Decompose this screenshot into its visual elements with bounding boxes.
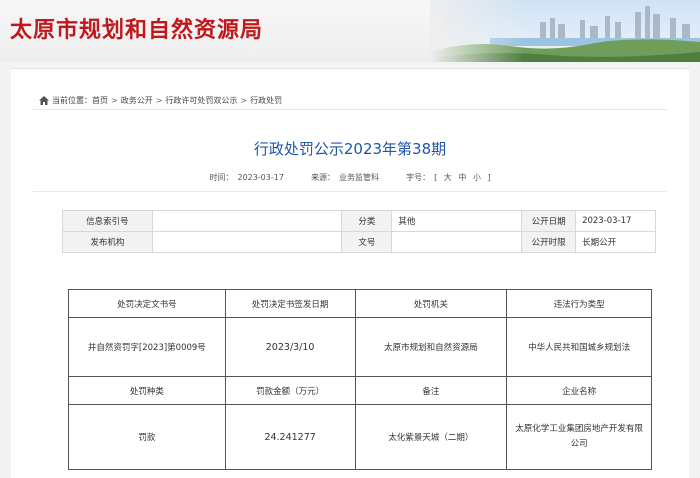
breadcrumb-home[interactable]: 首页 xyxy=(92,95,108,106)
bracket: [ xyxy=(434,173,438,182)
article-meta: 时间： 2023-03-17 来源： 业务监管科 字号：[ 大 中 小 ] xyxy=(11,172,689,183)
site-title: 太原市规划和自然资源局 xyxy=(10,18,264,43)
cell-remarks: 太化紫景天城（二期） xyxy=(354,404,508,470)
breadcrumb-prefix: 当前位置： xyxy=(52,96,92,105)
font-small-button[interactable]: 小 xyxy=(473,173,481,182)
cell-decision-number: 并自然资罚字[2023]第0009号 xyxy=(68,317,226,377)
breadcrumb-dual-disclosure[interactable]: 行政许可处罚双公示 xyxy=(165,95,237,106)
index-value xyxy=(151,210,343,232)
breadcrumb-admin-penalty[interactable]: 行政处罚 xyxy=(250,95,282,106)
city-skyline-banner xyxy=(430,0,700,62)
disclosure-period-label: 公开时限 xyxy=(521,231,577,253)
publish-date-value: 2023-03-17 xyxy=(575,210,656,232)
header-fine-amount: 罚款金额（万元） xyxy=(224,376,356,405)
header-penalty-kind: 处罚种类 xyxy=(68,376,226,405)
time-label: 时间： xyxy=(209,173,234,182)
source-value: 业务监管科 xyxy=(339,173,380,182)
header-remarks: 备注 xyxy=(354,376,508,405)
source-label: 来源： xyxy=(311,173,336,182)
doc-number-value xyxy=(391,231,523,253)
font-large-button[interactable]: 大 xyxy=(444,173,452,182)
font-size-label: 字号： xyxy=(406,173,431,182)
publisher-label: 发布机构 xyxy=(62,231,153,253)
cell-issue-date: 2023/3/10 xyxy=(224,317,356,377)
penalty-table: 处罚决定文书号 处罚决定书签发日期 处罚机关 违法行为类型 并自然资罚字[202… xyxy=(68,289,652,470)
site-header: 太原市规划和自然资源局 xyxy=(0,0,700,62)
article-title: 行政处罚公示2023年第38期 xyxy=(253,140,447,158)
header-issue-date: 处罚决定书签发日期 xyxy=(224,289,356,318)
breadcrumb-separator: > xyxy=(240,96,248,105)
divider xyxy=(33,191,667,192)
publisher-value xyxy=(151,231,343,253)
breadcrumb-separator: > xyxy=(111,96,118,105)
time-value: 2023-03-17 xyxy=(237,173,284,182)
cell-fine-amount: 24.241277 xyxy=(224,404,356,470)
font-medium-button[interactable]: 中 xyxy=(458,173,466,182)
category-label: 分类 xyxy=(341,210,393,232)
home-icon xyxy=(39,96,49,105)
cell-authority: 太原市规划和自然资源局 xyxy=(354,317,508,377)
cell-violation-type: 中华人民共和国城乡规划法 xyxy=(506,317,652,377)
header-authority: 处罚机关 xyxy=(354,289,508,318)
doc-number-label: 文号 xyxy=(341,231,393,253)
index-label: 信息索引号 xyxy=(62,210,153,232)
disclosure-period-value: 长期公开 xyxy=(575,231,656,253)
breadcrumb-gov-affairs[interactable]: 政务公开 xyxy=(121,95,153,106)
breadcrumb: 当前位置： 首页 > 政务公开 > 行政许可处罚双公示 > 行政处罚 xyxy=(39,95,282,106)
info-table: 信息索引号 分类 其他 公开日期 2023-03-17 发布机构 文号 公开时限… xyxy=(62,210,656,253)
bracket: ] xyxy=(487,173,491,182)
content-card: 当前位置： 首页 > 政务公开 > 行政许可处罚双公示 > 行政处罚 行政处罚公… xyxy=(11,68,689,478)
cell-penalty-kind: 罚款 xyxy=(68,404,226,470)
breadcrumb-separator: > xyxy=(155,96,163,105)
header-decision-number: 处罚决定文书号 xyxy=(68,289,226,318)
header-company-name: 企业名称 xyxy=(506,376,652,405)
divider xyxy=(33,109,667,110)
category-value: 其他 xyxy=(391,210,523,232)
header-violation-type: 违法行为类型 xyxy=(506,289,652,318)
cell-company-name: 太原化学工业集团房地产开发有限公司 xyxy=(506,404,652,470)
publish-date-label: 公开日期 xyxy=(521,210,577,232)
